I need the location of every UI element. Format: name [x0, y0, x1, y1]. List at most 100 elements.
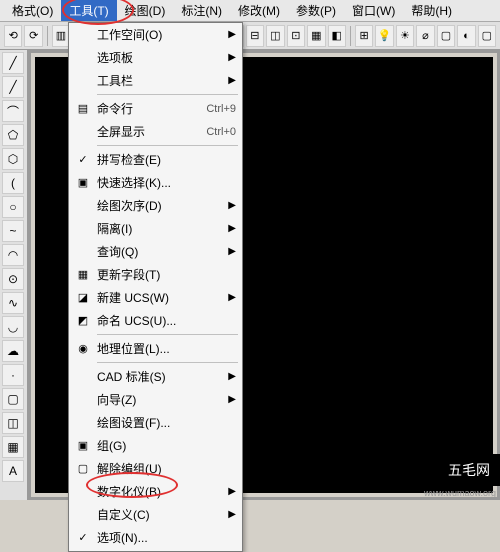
line-tool[interactable]: ╱ — [2, 52, 24, 74]
dropdown-item[interactable]: ◪新建 UCS(W)▶ — [69, 286, 242, 309]
dropdown-item[interactable]: 自定义(C) ▶ — [69, 503, 242, 526]
menu-icon: ✓ — [75, 152, 91, 168]
dropdown-item[interactable]: ▦ 更新字段(T) — [69, 263, 242, 286]
tool-icon[interactable]: ◧ — [328, 25, 346, 47]
dropdown-label: 工具栏 — [97, 72, 133, 89]
arc2-tool[interactable]: ◠ — [2, 244, 24, 266]
dropdown-label: 向导(Z) — [97, 391, 136, 408]
menu-params[interactable]: 参数(P) — [288, 0, 344, 21]
menubar: 格式(O) 工具(T) 绘图(D) 标注(N) 修改(M) 参数(P) 窗口(W… — [0, 0, 500, 22]
dropdown-label: 命名 UCS(U)... — [97, 312, 176, 329]
dropdown-item[interactable]: 全屏显示 Ctrl+0 — [69, 120, 242, 143]
menu-icon: ▤ — [75, 101, 91, 117]
menu-window[interactable]: 窗口(W) — [344, 0, 403, 21]
menu-icon: ▢ — [75, 461, 91, 477]
submenu-arrow-icon: ▶ — [228, 246, 236, 257]
menu-icon: ▦ — [75, 267, 91, 283]
dropdown-label: 新建 UCS(W) — [97, 289, 169, 306]
dropdown-item[interactable]: 绘图次序(D) ▶ — [69, 194, 242, 217]
tool-icon[interactable]: ⊟ — [246, 25, 264, 47]
tool-icon[interactable]: ▢ — [478, 25, 496, 47]
shortcut-text: Ctrl+9 — [206, 103, 236, 115]
dropdown-label: 命令行 — [97, 100, 133, 117]
dropdown-label: 解除编组(U) — [97, 460, 162, 477]
submenu-arrow-icon: ▶ — [228, 371, 236, 382]
menu-modify[interactable]: 修改(M) — [230, 0, 288, 21]
dropdown-label: 自定义(C) — [97, 506, 150, 523]
wave-tool[interactable]: ∿ — [2, 292, 24, 314]
dropdown-item[interactable]: ▣组(G) — [69, 434, 242, 457]
cloud-tool[interactable]: ☁ — [2, 340, 24, 362]
dropdown-item[interactable]: ◉地理位置(L)... — [69, 337, 242, 360]
menu-draw[interactable]: 绘图(D) — [117, 0, 174, 21]
tools-dropdown: 工作空间(O)▶选项板▶工具栏▶▤命令行Ctrl+9全屏显示Ctrl+0✓拼写检… — [68, 22, 243, 552]
circle-tool[interactable]: ○ — [2, 196, 24, 218]
dropdown-item[interactable]: ◩ 命名 UCS(U)... — [69, 309, 242, 332]
submenu-arrow-icon: ▶ — [228, 509, 236, 520]
dropdown-label: 全屏显示 — [97, 123, 145, 140]
dropdown-item[interactable]: 工具栏 ▶ — [69, 69, 242, 92]
polygon-tool[interactable]: ⬠ — [2, 124, 24, 146]
polyline-tool[interactable]: ╱ — [2, 76, 24, 98]
tool-icon[interactable]: ▢ — [437, 25, 455, 47]
hatch-tool[interactable]: ▦ — [2, 436, 24, 458]
submenu-arrow-icon: ▶ — [228, 394, 236, 405]
sun-icon[interactable]: ☀ — [396, 25, 414, 47]
dropdown-label: 地理位置(L)... — [97, 340, 170, 357]
dropdown-item[interactable]: 查询(Q) ▶ — [69, 240, 242, 263]
dropdown-item[interactable]: ▢ 解除编组(U) — [69, 457, 242, 480]
dropdown-item[interactable]: ▣快速选择(K)... — [69, 171, 242, 194]
menu-format[interactable]: 格式(O) — [4, 0, 61, 21]
dropdown-label: 绘图设置(F)... — [97, 414, 170, 431]
menu-icon: ◩ — [75, 313, 91, 329]
dropdown-item[interactable]: ✓选项(N)... — [69, 526, 242, 549]
light-icon[interactable]: 💡 — [375, 25, 393, 47]
menu-annotate[interactable]: 标注(N) — [173, 0, 230, 21]
undo-button[interactable]: ⟲ — [4, 25, 22, 47]
dropdown-label: 工作空间(O) — [97, 26, 162, 43]
dropdown-label: 绘图次序(D) — [97, 197, 162, 214]
submenu-arrow-icon: ▶ — [228, 223, 236, 234]
layer-icon[interactable]: ⊞ — [355, 25, 373, 47]
ellipse-tool[interactable]: ◡ — [2, 316, 24, 338]
left-toolbar: ╱ ╱ ⌒ ⬠ ⬡ ( ○ ~ ◠ ⊙ ∿ ◡ ☁ · ▢ ◫ ▦ A — [0, 50, 28, 500]
point-tool[interactable]: · — [2, 364, 24, 386]
block-tool[interactable]: ◫ — [2, 412, 24, 434]
dropdown-item[interactable]: 选项板▶ — [69, 46, 242, 69]
dropdown-label: 拼写检查(E) — [97, 151, 161, 168]
tool-icon[interactable]: ⌀ — [416, 25, 434, 47]
submenu-arrow-icon: ▶ — [228, 292, 236, 303]
dropdown-label: 查询(Q) — [97, 243, 138, 260]
dropdown-item[interactable]: ✓ 拼写检查(E) — [69, 148, 242, 171]
hexagon-tool[interactable]: ⬡ — [2, 148, 24, 170]
watermark: 五毛网 — [438, 454, 500, 486]
submenu-arrow-icon: ▶ — [228, 75, 236, 86]
dropdown-label: 快速选择(K)... — [97, 174, 171, 191]
dropdown-label: 选项(N)... — [97, 529, 148, 546]
shortcut-text: Ctrl+0 — [206, 126, 236, 138]
rect-tool[interactable]: ▢ — [2, 388, 24, 410]
dropdown-item[interactable]: ▤ 命令行 Ctrl+9 — [69, 97, 242, 120]
donut-tool[interactable]: ⊙ — [2, 268, 24, 290]
tool-icon[interactable]: ◐ — [457, 25, 475, 47]
redo-button[interactable]: ⟳ — [24, 25, 42, 47]
dropdown-item[interactable]: CAD 标准(S)▶ — [69, 365, 242, 388]
arc-tool[interactable]: ⌒ — [2, 100, 24, 122]
tool-icon[interactable]: ▦ — [307, 25, 325, 47]
dropdown-label: 数字化仪(B) — [97, 483, 161, 500]
dropdown-item[interactable]: 隔离(I)▶ — [69, 217, 242, 240]
dropdown-item[interactable]: 绘图设置(F)... — [69, 411, 242, 434]
tool-icon[interactable]: ◫ — [266, 25, 284, 47]
dropdown-item[interactable]: 工作空间(O)▶ — [69, 23, 242, 46]
menu-tools[interactable]: 工具(T) — [61, 0, 116, 21]
spline-tool[interactable]: ~ — [2, 220, 24, 242]
curve-tool[interactable]: ( — [2, 172, 24, 194]
submenu-arrow-icon: ▶ — [228, 486, 236, 497]
dropdown-label: 更新字段(T) — [97, 266, 160, 283]
tool-icon[interactable]: ⊡ — [287, 25, 305, 47]
dropdown-item[interactable]: 向导(Z) ▶ — [69, 388, 242, 411]
text-tool[interactable]: A — [2, 460, 24, 482]
dropdown-label: 选项板 — [97, 49, 133, 66]
menu-help[interactable]: 帮助(H) — [403, 0, 460, 21]
submenu-arrow-icon: ▶ — [228, 200, 236, 211]
